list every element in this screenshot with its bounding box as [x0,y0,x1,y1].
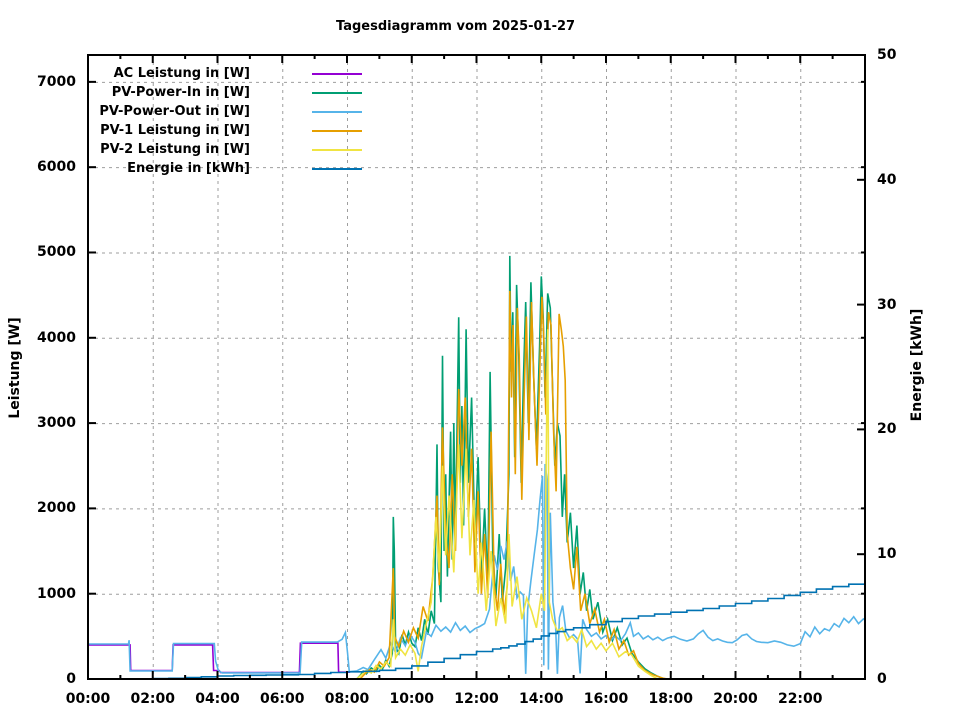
series-line-ac [88,642,351,674]
legend-line-sample [312,73,362,75]
legend-line-sample [312,111,362,113]
legend-item-label: PV-Power-In in [W] [111,85,250,100]
legend-line-sample [312,130,362,132]
legend-line-sample [312,149,362,151]
legend-item: Energie in [kWh] [0,159,380,178]
legend-item: PV-Power-Out in [W] [0,102,380,121]
y2-axis-label: Energie [kWh] [909,308,925,422]
legend-item-label: PV-1 Leistung in [W] [100,123,250,138]
legend-line-sample [312,92,362,94]
chart-root: Tagesdiagramm vom 2025-01-27 Leistung [W… [0,0,960,720]
legend-item-label: AC Leistung in [W] [113,66,250,81]
legend-item: AC Leistung in [W] [0,64,380,83]
legend-item: PV-Power-In in [W] [0,83,380,102]
legend-item-label: PV-Power-Out in [W] [99,104,250,119]
legend-item-label: PV-2 Leistung in [W] [100,142,250,157]
legend-item: PV-1 Leistung in [W] [0,121,380,140]
legend-item: PV-2 Leistung in [W] [0,140,380,159]
legend-line-sample [312,168,362,170]
chart-title: Tagesdiagramm vom 2025-01-27 [336,19,576,34]
y-axis-label: Leistung [W] [7,317,23,419]
legend-item-label: Energie in [kWh] [127,161,250,176]
